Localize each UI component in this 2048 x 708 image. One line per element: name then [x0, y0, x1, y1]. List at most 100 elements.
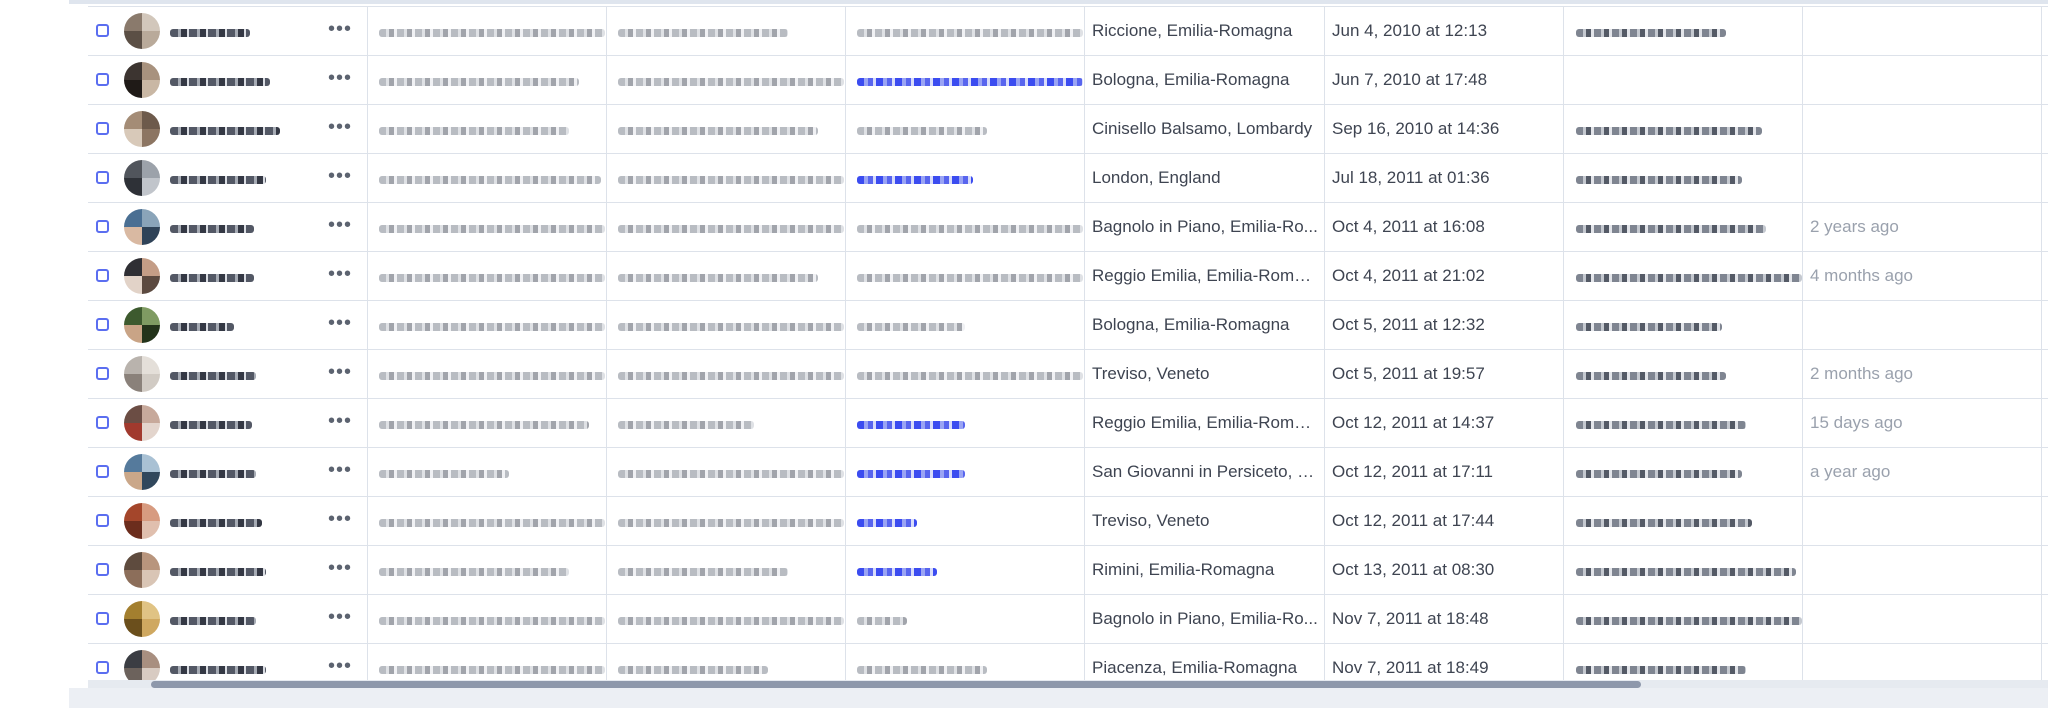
contact-name-redacted[interactable] [170, 323, 234, 331]
column-divider [1563, 252, 1564, 300]
contact-name-redacted[interactable] [170, 617, 256, 625]
row-select-checkbox-icon[interactable] [96, 661, 109, 674]
row-select-checkbox-icon[interactable] [96, 318, 109, 331]
job-title-redacted [379, 568, 569, 576]
column-divider [1802, 105, 1803, 153]
row-select-checkbox-icon[interactable] [96, 416, 109, 429]
more-options-icon[interactable]: ••• [328, 557, 352, 580]
table-row[interactable]: ••• Bagnolo in Piano, Emilia-Ro... Nov 7, … [88, 594, 2048, 643]
table-row[interactable]: ••• Treviso, Veneto Oct 12, 2011 at 17:44 [88, 496, 2048, 545]
column-divider [1084, 448, 1085, 496]
column-divider [1563, 105, 1564, 153]
contact-name-redacted[interactable] [170, 666, 266, 674]
row-select-checkbox-icon[interactable] [96, 122, 109, 135]
column-divider [1802, 350, 1803, 398]
column-divider [1563, 399, 1564, 447]
table-row[interactable]: ••• Treviso, Veneto Oct 5, 2011 at 19:57 2 … [88, 349, 2048, 398]
header-divider [69, 0, 2048, 4]
location-cell: San Giovanni in Persiceto, E... [1092, 462, 1318, 481]
avatar [124, 454, 160, 490]
column-divider [845, 546, 846, 594]
created-date-cell: Oct 12, 2011 at 14:37 [1332, 413, 1495, 432]
contact-name-redacted[interactable] [170, 519, 262, 527]
column-divider [1084, 154, 1085, 202]
row-select-checkbox-icon[interactable] [96, 465, 109, 478]
more-options-icon[interactable]: ••• [328, 18, 352, 41]
more-options-icon[interactable]: ••• [328, 263, 352, 286]
job-title-redacted [379, 617, 605, 625]
table-row[interactable]: ••• London, England Jul 18, 2011 at 01:36 [88, 153, 2048, 202]
company-redacted [618, 470, 844, 478]
company-redacted [618, 225, 844, 233]
job-title-redacted [379, 519, 605, 527]
avatar [124, 356, 160, 392]
contact-name-redacted[interactable] [170, 127, 280, 135]
table-row[interactable]: ••• Reggio Emilia, Emilia-Romag... Oct 4, … [88, 251, 2048, 300]
table-row[interactable]: ••• Cinisello Balsamo, Lombardy Sep 16, 20… [88, 104, 2048, 153]
company-redacted [618, 421, 754, 429]
column-divider [1324, 252, 1325, 300]
contact-name-redacted[interactable] [170, 568, 266, 576]
company-redacted [618, 666, 768, 674]
more-options-icon[interactable]: ••• [328, 67, 352, 90]
contact-name-redacted[interactable] [170, 470, 256, 478]
more-options-icon[interactable]: ••• [328, 361, 352, 384]
contact-name-redacted[interactable] [170, 421, 252, 429]
table-row[interactable]: ••• Bagnolo in Piano, Emilia-Ro... Oct 4, … [88, 202, 2048, 251]
row-select-checkbox-icon[interactable] [96, 269, 109, 282]
website-redacted [857, 519, 917, 527]
row-select-checkbox-icon[interactable] [96, 73, 109, 86]
job-title-redacted [379, 176, 601, 184]
column-divider [1084, 350, 1085, 398]
column-divider [845, 448, 846, 496]
contact-name-redacted[interactable] [170, 176, 266, 184]
more-options-icon[interactable]: ••• [328, 508, 352, 531]
created-date-cell: Oct 4, 2011 at 21:02 [1332, 266, 1485, 285]
column-divider [1802, 203, 1803, 251]
table-body: ••• Riccione, Emilia-Romagna Jun 4, 2010 a… [88, 6, 2048, 688]
location-cell: Treviso, Veneto [1092, 511, 1210, 530]
row-select-checkbox-icon[interactable] [96, 563, 109, 576]
column-divider [367, 399, 368, 447]
website-redacted [857, 372, 1083, 380]
location-cell: Bologna, Emilia-Romagna [1092, 70, 1290, 89]
contact-name-redacted[interactable] [170, 274, 254, 282]
row-select-checkbox-icon[interactable] [96, 367, 109, 380]
column-divider [606, 252, 607, 300]
table-row[interactable]: ••• Bologna, Emilia-Romagna Oct 5, 2011 at… [88, 300, 2048, 349]
job-title-redacted [379, 372, 605, 380]
contact-name-redacted[interactable] [170, 29, 250, 37]
more-options-icon[interactable]: ••• [328, 312, 352, 335]
horizontal-scrollbar-thumb[interactable] [151, 681, 1641, 688]
table-row[interactable]: ••• Rimini, Emilia-Romagna Oct 13, 2011 at… [88, 545, 2048, 594]
column-divider [2041, 7, 2042, 55]
more-options-icon[interactable]: ••• [328, 116, 352, 139]
website-redacted [857, 323, 965, 331]
row-select-checkbox-icon[interactable] [96, 612, 109, 625]
more-options-icon[interactable]: ••• [328, 655, 352, 678]
column-divider [2041, 301, 2042, 349]
table-row[interactable]: ••• Bologna, Emilia-Romagna Jun 7, 2010 at… [88, 55, 2048, 104]
more-options-icon[interactable]: ••• [328, 165, 352, 188]
row-select-checkbox-icon[interactable] [96, 220, 109, 233]
table-row[interactable]: ••• San Giovanni in Persiceto, E... Oct 12… [88, 447, 2048, 496]
column-divider [1084, 546, 1085, 594]
column-divider [367, 105, 368, 153]
column-divider [1324, 56, 1325, 104]
row-select-checkbox-icon[interactable] [96, 514, 109, 527]
more-options-icon[interactable]: ••• [328, 459, 352, 482]
contact-name-redacted[interactable] [170, 372, 256, 380]
more-options-icon[interactable]: ••• [328, 214, 352, 237]
table-row[interactable]: ••• Reggio Emilia, Emilia-Romag... Oct 12,… [88, 398, 2048, 447]
contact-name-redacted[interactable] [170, 225, 254, 233]
row-select-checkbox-icon[interactable] [96, 171, 109, 184]
contact-name-redacted[interactable] [170, 78, 270, 86]
more-options-icon[interactable]: ••• [328, 410, 352, 433]
row-select-checkbox-icon[interactable] [96, 24, 109, 37]
column-divider [606, 595, 607, 643]
column-divider [2041, 203, 2042, 251]
more-options-icon[interactable]: ••• [328, 606, 352, 629]
table-row[interactable]: ••• Riccione, Emilia-Romagna Jun 4, 2010 a… [88, 6, 2048, 55]
created-date-cell: Oct 5, 2011 at 12:32 [1332, 315, 1485, 334]
company-redacted [618, 176, 844, 184]
